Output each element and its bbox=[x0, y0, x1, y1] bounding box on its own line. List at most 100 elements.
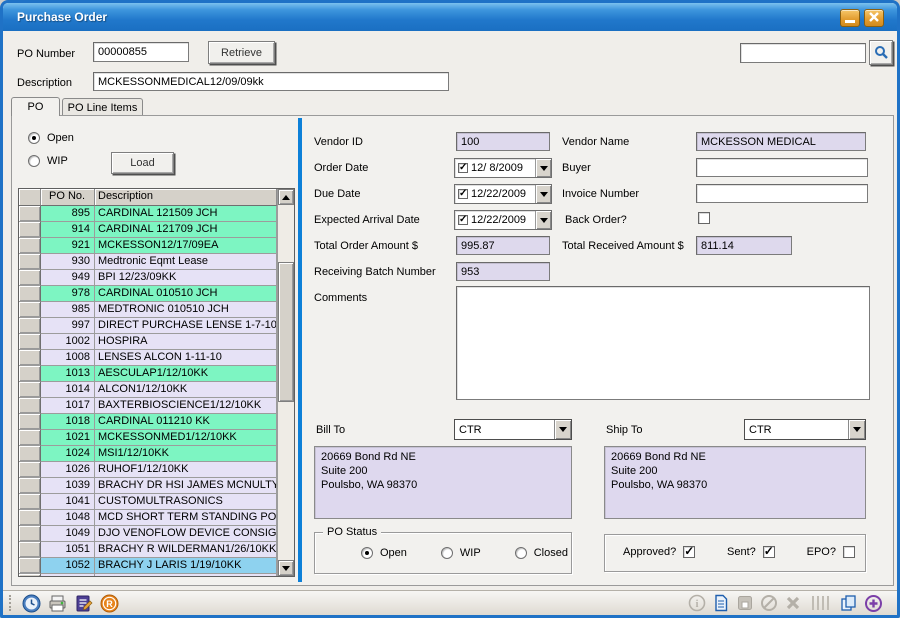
table-row[interactable]: 1021MCKESSONMED1/12/10KK bbox=[19, 430, 277, 446]
tab-po[interactable]: PO bbox=[11, 97, 60, 116]
table-row[interactable]: 1051BRACHY R WILDERMAN1/26/10KK bbox=[19, 542, 277, 558]
table-row[interactable]: 978CARDINAL 010510 JCH bbox=[19, 286, 277, 302]
description-cell: BAXTERBIOSCIENCE1/12/10KK bbox=[95, 398, 277, 414]
row-selector-cell bbox=[19, 494, 41, 510]
po-list-table: PO No. Description 895CARDINAL 121509 JC… bbox=[18, 188, 295, 577]
description-cell: CARDINAL 121509 JCH bbox=[95, 206, 277, 222]
description-cell: CARDINAL 011210 KK bbox=[95, 414, 277, 430]
no-entry-icon bbox=[760, 594, 778, 612]
flag-checkbox[interactable] bbox=[763, 546, 775, 558]
order-date-picker[interactable]: 12/ 8/2009 bbox=[454, 158, 552, 178]
ship-to-dropdown-button[interactable] bbox=[848, 420, 865, 439]
due-date-checkbox[interactable] bbox=[458, 189, 468, 199]
bill-to-dropdown-button[interactable] bbox=[554, 420, 571, 439]
po-number-input[interactable]: 00000855 bbox=[93, 42, 189, 62]
arrow-down-icon bbox=[282, 566, 290, 571]
open-radio[interactable]: Open bbox=[28, 132, 74, 144]
order-date-checkbox[interactable] bbox=[458, 163, 468, 173]
scroll-up-button[interactable] bbox=[278, 189, 294, 205]
table-row[interactable]: 930Medtronic Eqmt Lease bbox=[19, 254, 277, 270]
arrow-down-icon bbox=[559, 427, 567, 432]
table-row[interactable]: 1014ALCON1/12/10KK bbox=[19, 382, 277, 398]
table-row[interactable]: 985MEDTRONIC 010510 JCH bbox=[19, 302, 277, 318]
retrieve-button[interactable]: Retrieve bbox=[208, 41, 275, 64]
arrow-down-icon bbox=[540, 192, 548, 197]
table-row[interactable]: 997DIRECT PURCHASE LENSE 1-7-10 bbox=[19, 318, 277, 334]
po-no-column-header[interactable]: PO No. bbox=[41, 189, 95, 206]
table-row[interactable]: 1041CUSTOMULTRASONICS bbox=[19, 494, 277, 510]
table-row[interactable]: 1024MSI1/12/10KK bbox=[19, 446, 277, 462]
flag-checkbox[interactable] bbox=[843, 546, 855, 558]
document-icon[interactable] bbox=[712, 594, 730, 612]
load-button[interactable]: Load bbox=[111, 152, 174, 174]
table-scrollbar[interactable] bbox=[277, 189, 294, 576]
search-button[interactable] bbox=[869, 40, 893, 65]
row-selector-cell bbox=[19, 526, 41, 542]
radio-button[interactable] bbox=[441, 547, 453, 559]
edit-note-icon[interactable] bbox=[74, 594, 93, 613]
flag-checkbox[interactable] bbox=[683, 546, 695, 558]
due-date-picker[interactable]: 12/22/2009 bbox=[454, 184, 552, 204]
row-selector-cell bbox=[19, 542, 41, 558]
table-row[interactable]: 1008LENSES ALCON 1-11-10 bbox=[19, 350, 277, 366]
bill-to-dropdown[interactable]: CTR bbox=[454, 419, 572, 440]
tab-po-line-items[interactable]: PO Line Items bbox=[62, 98, 143, 116]
flag-sent[interactable]: Sent? bbox=[727, 546, 775, 558]
table-row[interactable]: 1013AESCULAP1/12/10KK bbox=[19, 366, 277, 382]
table-row[interactable]: 1053BRACHY T CARLSON1/19/10KK bbox=[19, 574, 277, 576]
table-row[interactable]: 1049DJO VENOFLOW DEVICE CONSIG bbox=[19, 526, 277, 542]
search-input[interactable] bbox=[740, 43, 866, 63]
add-record-icon[interactable] bbox=[864, 594, 883, 613]
scroll-down-button[interactable] bbox=[278, 560, 294, 576]
table-row[interactable]: 914CARDINAL 121709 JCH bbox=[19, 222, 277, 238]
table-row[interactable]: 1026RUHOF1/12/10KK bbox=[19, 462, 277, 478]
flags-groupbox: Approved? Sent? EPO? bbox=[604, 534, 866, 572]
po-no-cell: 930 bbox=[41, 254, 95, 270]
radio-button[interactable] bbox=[361, 547, 373, 559]
radio-button[interactable] bbox=[515, 547, 527, 559]
table-row[interactable]: 1002HOSPIRA bbox=[19, 334, 277, 350]
description-input[interactable]: MCKESSONMEDICAL12/09/09kk bbox=[93, 72, 449, 91]
recall-icon[interactable]: R bbox=[100, 594, 119, 613]
copy-icon[interactable] bbox=[839, 594, 858, 613]
table-row[interactable]: 1052BRACHY J LARIS 1/19/10KK bbox=[19, 558, 277, 574]
back-order-checkbox[interactable] bbox=[698, 212, 710, 224]
expected-arrival-date-dropdown-button[interactable] bbox=[535, 211, 551, 229]
print-icon[interactable] bbox=[48, 594, 67, 613]
po-status-radio-closed[interactable]: Closed bbox=[515, 547, 568, 559]
close-button[interactable] bbox=[864, 9, 884, 27]
expected-arrival-date-checkbox[interactable] bbox=[458, 215, 468, 225]
table-row[interactable]: 949BPI 12/23/09KK bbox=[19, 270, 277, 286]
table-row[interactable]: 1017BAXTERBIOSCIENCE1/12/10KK bbox=[19, 398, 277, 414]
po-no-cell: 914 bbox=[41, 222, 95, 238]
vendor-name-label: Vendor Name bbox=[562, 136, 629, 148]
order-date-dropdown-button[interactable] bbox=[535, 159, 551, 177]
table-row[interactable]: 1048MCD SHORT TERM STANDING PO bbox=[19, 510, 277, 526]
flag-epo[interactable]: EPO? bbox=[807, 546, 855, 558]
wip-radio-button[interactable] bbox=[28, 155, 40, 167]
po-no-cell: 1039 bbox=[41, 478, 95, 494]
wip-radio[interactable]: WIP bbox=[28, 155, 68, 167]
expected-arrival-date-picker[interactable]: 12/22/2009 bbox=[454, 210, 552, 230]
table-row[interactable]: 895CARDINAL 121509 JCH bbox=[19, 206, 277, 222]
clock-icon[interactable] bbox=[22, 594, 41, 613]
statusbar-right-icons: i bbox=[688, 594, 897, 613]
table-row[interactable]: 921MCKESSON12/17/09EA bbox=[19, 238, 277, 254]
ship-to-dropdown[interactable]: CTR bbox=[744, 419, 866, 440]
flag-approved[interactable]: Approved? bbox=[623, 546, 695, 558]
description-cell: BRACHY T CARLSON1/19/10KK bbox=[95, 574, 277, 576]
invoice-number-input[interactable] bbox=[696, 184, 868, 203]
scrollbar-thumb[interactable] bbox=[278, 262, 294, 402]
po-status-groupbox: PO Status OpenWIPClosed bbox=[314, 532, 572, 574]
open-radio-button[interactable] bbox=[28, 132, 40, 144]
due-date-dropdown-button[interactable] bbox=[535, 185, 551, 203]
table-row[interactable]: 1018CARDINAL 011210 KK bbox=[19, 414, 277, 430]
description-column-header[interactable]: Description bbox=[95, 189, 277, 206]
comments-textarea[interactable] bbox=[456, 286, 870, 400]
minimize-button[interactable] bbox=[840, 9, 860, 27]
buyer-input[interactable] bbox=[696, 158, 868, 177]
po-status-radio-open[interactable]: Open bbox=[361, 547, 407, 559]
total-order-amount-label: Total Order Amount $ bbox=[314, 240, 418, 252]
po-status-radio-wip[interactable]: WIP bbox=[441, 547, 481, 559]
table-row[interactable]: 1039BRACHY DR HSI JAMES MCNULTY bbox=[19, 478, 277, 494]
